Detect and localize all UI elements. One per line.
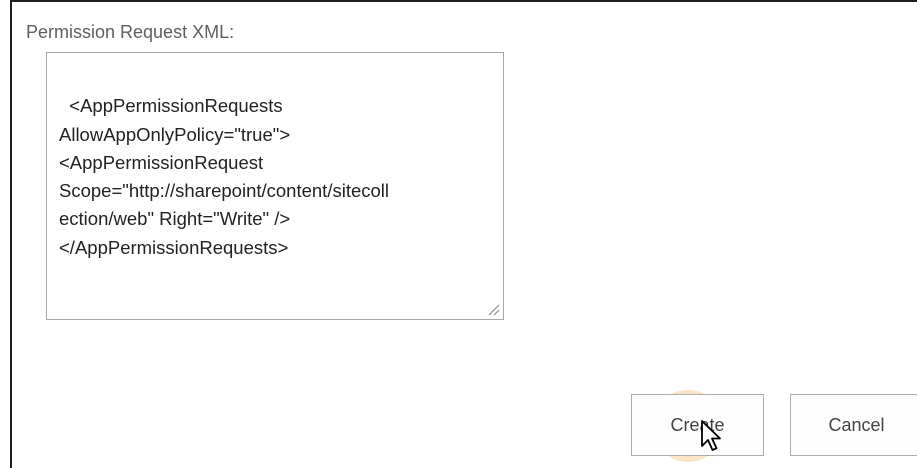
cancel-button-label: Cancel [828, 414, 885, 435]
permission-request-xml-label: Permission Request XML: [26, 22, 235, 42]
cancel-button[interactable]: Cancel [790, 394, 917, 456]
mouse-pointer-icon [701, 420, 721, 451]
permission-request-xml-textarea[interactable]: <AppPermissionRequests AllowAppOnlyPolic… [46, 52, 504, 320]
create-button[interactable]: Create [631, 394, 764, 456]
resize-grip-icon[interactable] [486, 302, 500, 316]
permission-request-xml-value[interactable]: <AppPermissionRequests AllowAppOnlyPolic… [59, 95, 389, 257]
